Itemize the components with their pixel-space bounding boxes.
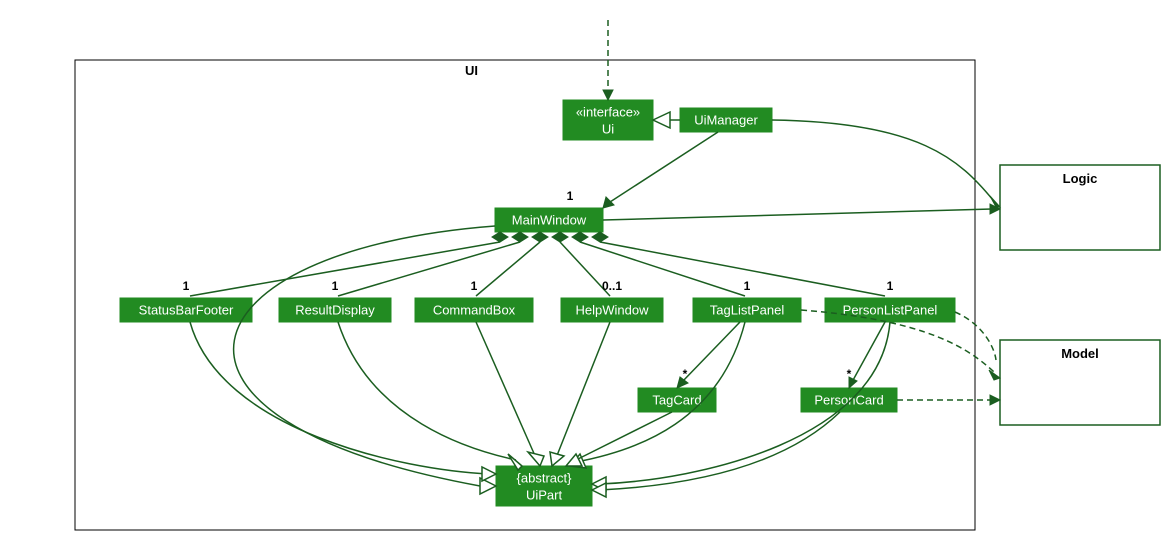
svg-text:PersonListPanel: PersonListPanel xyxy=(843,302,938,317)
diamond-cb xyxy=(532,232,548,242)
svg-text:«interface»: «interface» xyxy=(576,104,640,119)
arrow-tlp-model xyxy=(989,370,1000,380)
edge-mw-plp xyxy=(600,242,885,296)
arrow-uimanager-mainwindow xyxy=(603,197,614,208)
svg-text:PersonCard: PersonCard xyxy=(814,392,883,407)
package-ui-label: UI xyxy=(465,63,478,78)
arrow-incoming-ui xyxy=(603,90,613,100)
edge-mw-sbf xyxy=(190,242,500,296)
svg-text:TagListPanel: TagListPanel xyxy=(710,302,785,317)
arrowhead-uimanager-realizes-ui xyxy=(653,112,670,128)
edge-personcard-uipart xyxy=(600,412,840,490)
svg-text:UiPart: UiPart xyxy=(526,487,563,502)
edge-plp-personcard xyxy=(852,322,885,382)
mult-tagcard: * xyxy=(683,367,688,381)
edge-hw-uipart xyxy=(556,322,610,458)
mult-hw: 0..1 xyxy=(602,279,622,293)
diamond-rd xyxy=(512,232,528,242)
node-ui-part: {abstract} UiPart xyxy=(496,466,592,506)
svg-text:Ui: Ui xyxy=(602,121,614,136)
svg-text:MainWindow: MainWindow xyxy=(512,212,587,227)
node-status-bar-footer: StatusBarFooter xyxy=(120,298,252,322)
svg-text:ResultDisplay: ResultDisplay xyxy=(295,302,375,317)
diamond-tlp xyxy=(572,232,588,242)
mult-rd: 1 xyxy=(332,279,339,293)
edge-mw-cb xyxy=(476,242,540,296)
node-command-box: CommandBox xyxy=(415,298,533,322)
edge-mw-rd xyxy=(338,242,520,296)
edge-tlp-tagcard xyxy=(682,322,740,382)
tri-cb-uipart xyxy=(528,452,544,466)
package-logic-label: Logic xyxy=(1063,171,1098,186)
edge-sbf-uipart xyxy=(190,322,490,474)
diamond-plp xyxy=(592,232,608,242)
mult-sbf: 1 xyxy=(183,279,190,293)
svg-text:TagCard: TagCard xyxy=(652,392,701,407)
edge-rd-uipart xyxy=(338,322,516,460)
edge-mainwindow-logic xyxy=(603,209,992,220)
diamond-hw xyxy=(552,232,568,242)
node-help-window: HelpWindow xyxy=(561,298,663,322)
node-main-window: MainWindow xyxy=(495,208,603,232)
node-person-list-panel: PersonListPanel xyxy=(825,298,955,322)
tri-sbf-uipart xyxy=(482,467,496,481)
node-person-card: PersonCard xyxy=(801,388,897,412)
arrow-personcard-model xyxy=(990,395,1000,405)
mult-cb: 1 xyxy=(471,279,478,293)
svg-text:UiManager: UiManager xyxy=(694,112,758,127)
node-ui-interface: «interface» Ui xyxy=(563,100,653,140)
tri-hw-uipart xyxy=(550,452,564,466)
node-result-display: ResultDisplay xyxy=(279,298,391,322)
edge-uimanager-logic xyxy=(772,120,993,200)
mult-plp: 1 xyxy=(887,279,894,293)
svg-text:CommandBox: CommandBox xyxy=(433,302,516,317)
edge-cb-uipart xyxy=(476,322,536,458)
node-ui-manager: UiManager xyxy=(680,108,772,132)
package-model-label: Model xyxy=(1061,346,1099,361)
node-tag-list-panel: TagListPanel xyxy=(693,298,801,322)
uml-class-diagram: UI Logic Model «interface» Ui UiManager … xyxy=(0,0,1171,540)
mult-tlp: 1 xyxy=(744,279,751,293)
package-ui xyxy=(75,60,975,530)
mult-mainwindow: 1 xyxy=(567,189,574,203)
edge-tagcard-uipart xyxy=(572,412,672,462)
mult-personcard: * xyxy=(847,367,852,381)
edge-uimanager-mainwindow xyxy=(610,132,718,202)
diamond-sbf xyxy=(492,232,508,242)
svg-text:StatusBarFooter: StatusBarFooter xyxy=(139,302,234,317)
svg-text:HelpWindow: HelpWindow xyxy=(576,302,650,317)
svg-text:{abstract}: {abstract} xyxy=(517,470,573,485)
